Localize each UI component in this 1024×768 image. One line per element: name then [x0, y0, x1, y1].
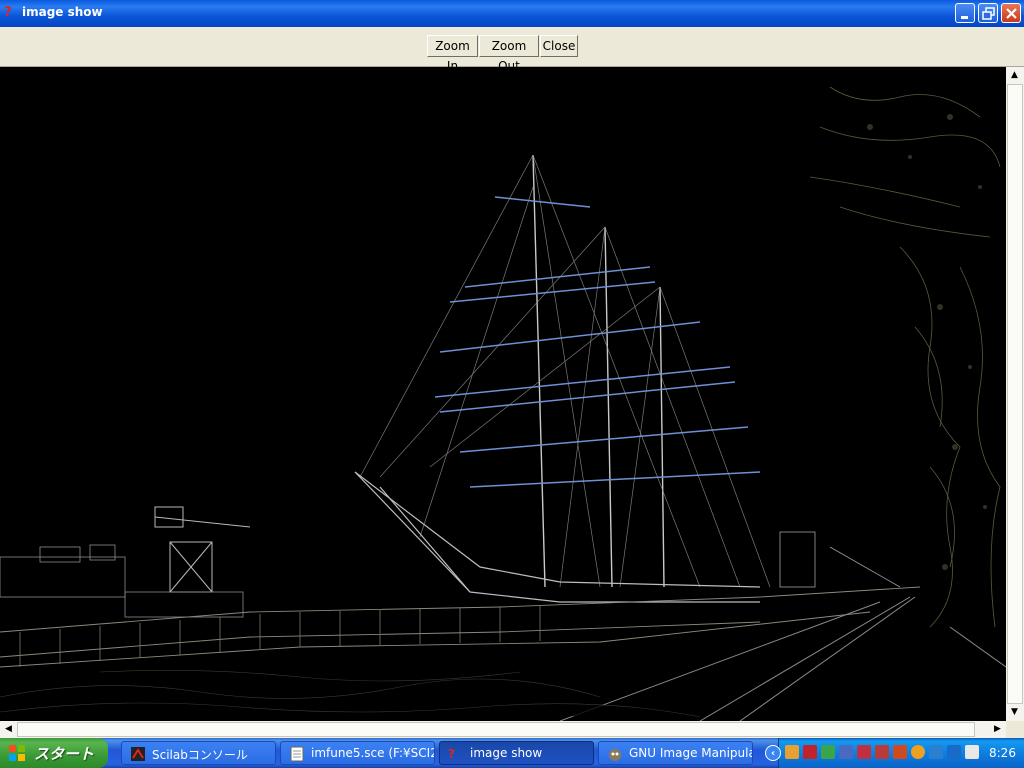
horizontal-scrollbar[interactable]: ◀ ▶: [0, 721, 1006, 738]
tray-app-icon[interactable]: [947, 745, 961, 759]
taskbar-item-gimp[interactable]: GNU Image Manipula...: [598, 741, 753, 765]
tray-app-icon[interactable]: [803, 745, 817, 759]
notepad-icon: [290, 746, 304, 762]
close-icon: [1006, 8, 1017, 19]
clock[interactable]: 8:26: [989, 746, 1016, 760]
scroll-corner: [1006, 721, 1024, 738]
taskbar-label: image show: [470, 746, 543, 760]
taskbar: スタート Scilabコンソール imfune5.sce (F:¥SCI2...…: [0, 738, 1024, 768]
taskbar-label: imfune5.sce (F:¥SCI2...: [311, 746, 434, 760]
close-button[interactable]: Close: [540, 35, 578, 57]
minimize-icon: [961, 16, 968, 19]
scilab-icon: ?: [448, 747, 455, 761]
taskbar-item-imfune5[interactable]: imfune5.sce (F:¥SCI2...: [280, 741, 435, 765]
scroll-down-arrow-icon[interactable]: ▼: [1006, 704, 1023, 721]
start-button[interactable]: スタート: [0, 738, 108, 768]
update-icon[interactable]: [911, 745, 925, 759]
window-close-button[interactable]: [1001, 3, 1021, 23]
vertical-scrollbar[interactable]: ▲ ▼: [1006, 67, 1024, 721]
system-tray: ‹ 8:26: [765, 738, 1024, 768]
tray-app-icon[interactable]: [785, 745, 799, 759]
scroll-left-arrow-icon[interactable]: ◀: [0, 721, 17, 738]
scilab-icon: ?: [4, 5, 12, 20]
zoom-out-button[interactable]: Zoom Out: [479, 35, 539, 73]
scroll-right-arrow-icon[interactable]: ▶: [989, 721, 1006, 738]
help-icon[interactable]: [929, 745, 943, 759]
restore-icon: [982, 7, 995, 20]
horizontal-scroll-thumb[interactable]: [17, 722, 975, 737]
tray-app-icon[interactable]: [965, 745, 979, 759]
edge-detected-ship-image: [0, 67, 1006, 721]
taskbar-label: GNU Image Manipula...: [629, 746, 752, 760]
zoom-in-button[interactable]: Zoom In: [427, 35, 478, 73]
start-label: スタート: [34, 745, 95, 763]
title-bar[interactable]: ? image show: [0, 0, 1024, 27]
taskbar-item-image-show[interactable]: ? image show: [439, 741, 594, 765]
tray-app-icon[interactable]: [875, 745, 889, 759]
tray-app-icon[interactable]: [893, 745, 907, 759]
vertical-scroll-thumb[interactable]: [1007, 84, 1023, 704]
taskbar-item-scilab-console[interactable]: Scilabコンソール: [121, 741, 276, 765]
window-title: image show: [22, 5, 103, 19]
tray-app-icon[interactable]: [821, 745, 835, 759]
tray-app-icon[interactable]: [857, 745, 871, 759]
scilab-console-icon: [131, 747, 145, 761]
restore-button[interactable]: [978, 3, 998, 23]
show-hidden-icons-icon[interactable]: ‹: [765, 745, 781, 761]
taskbar-label: Scilabコンソール: [152, 748, 248, 762]
gimp-icon: [609, 749, 621, 761]
toolbar: Zoom In Zoom Out Close: [0, 27, 1024, 73]
network-icon[interactable]: [839, 745, 853, 759]
minimize-button[interactable]: [955, 3, 975, 23]
image-canvas[interactable]: [0, 67, 1006, 721]
scroll-up-arrow-icon[interactable]: ▲: [1006, 67, 1023, 84]
windows-logo-icon: [9, 745, 25, 761]
